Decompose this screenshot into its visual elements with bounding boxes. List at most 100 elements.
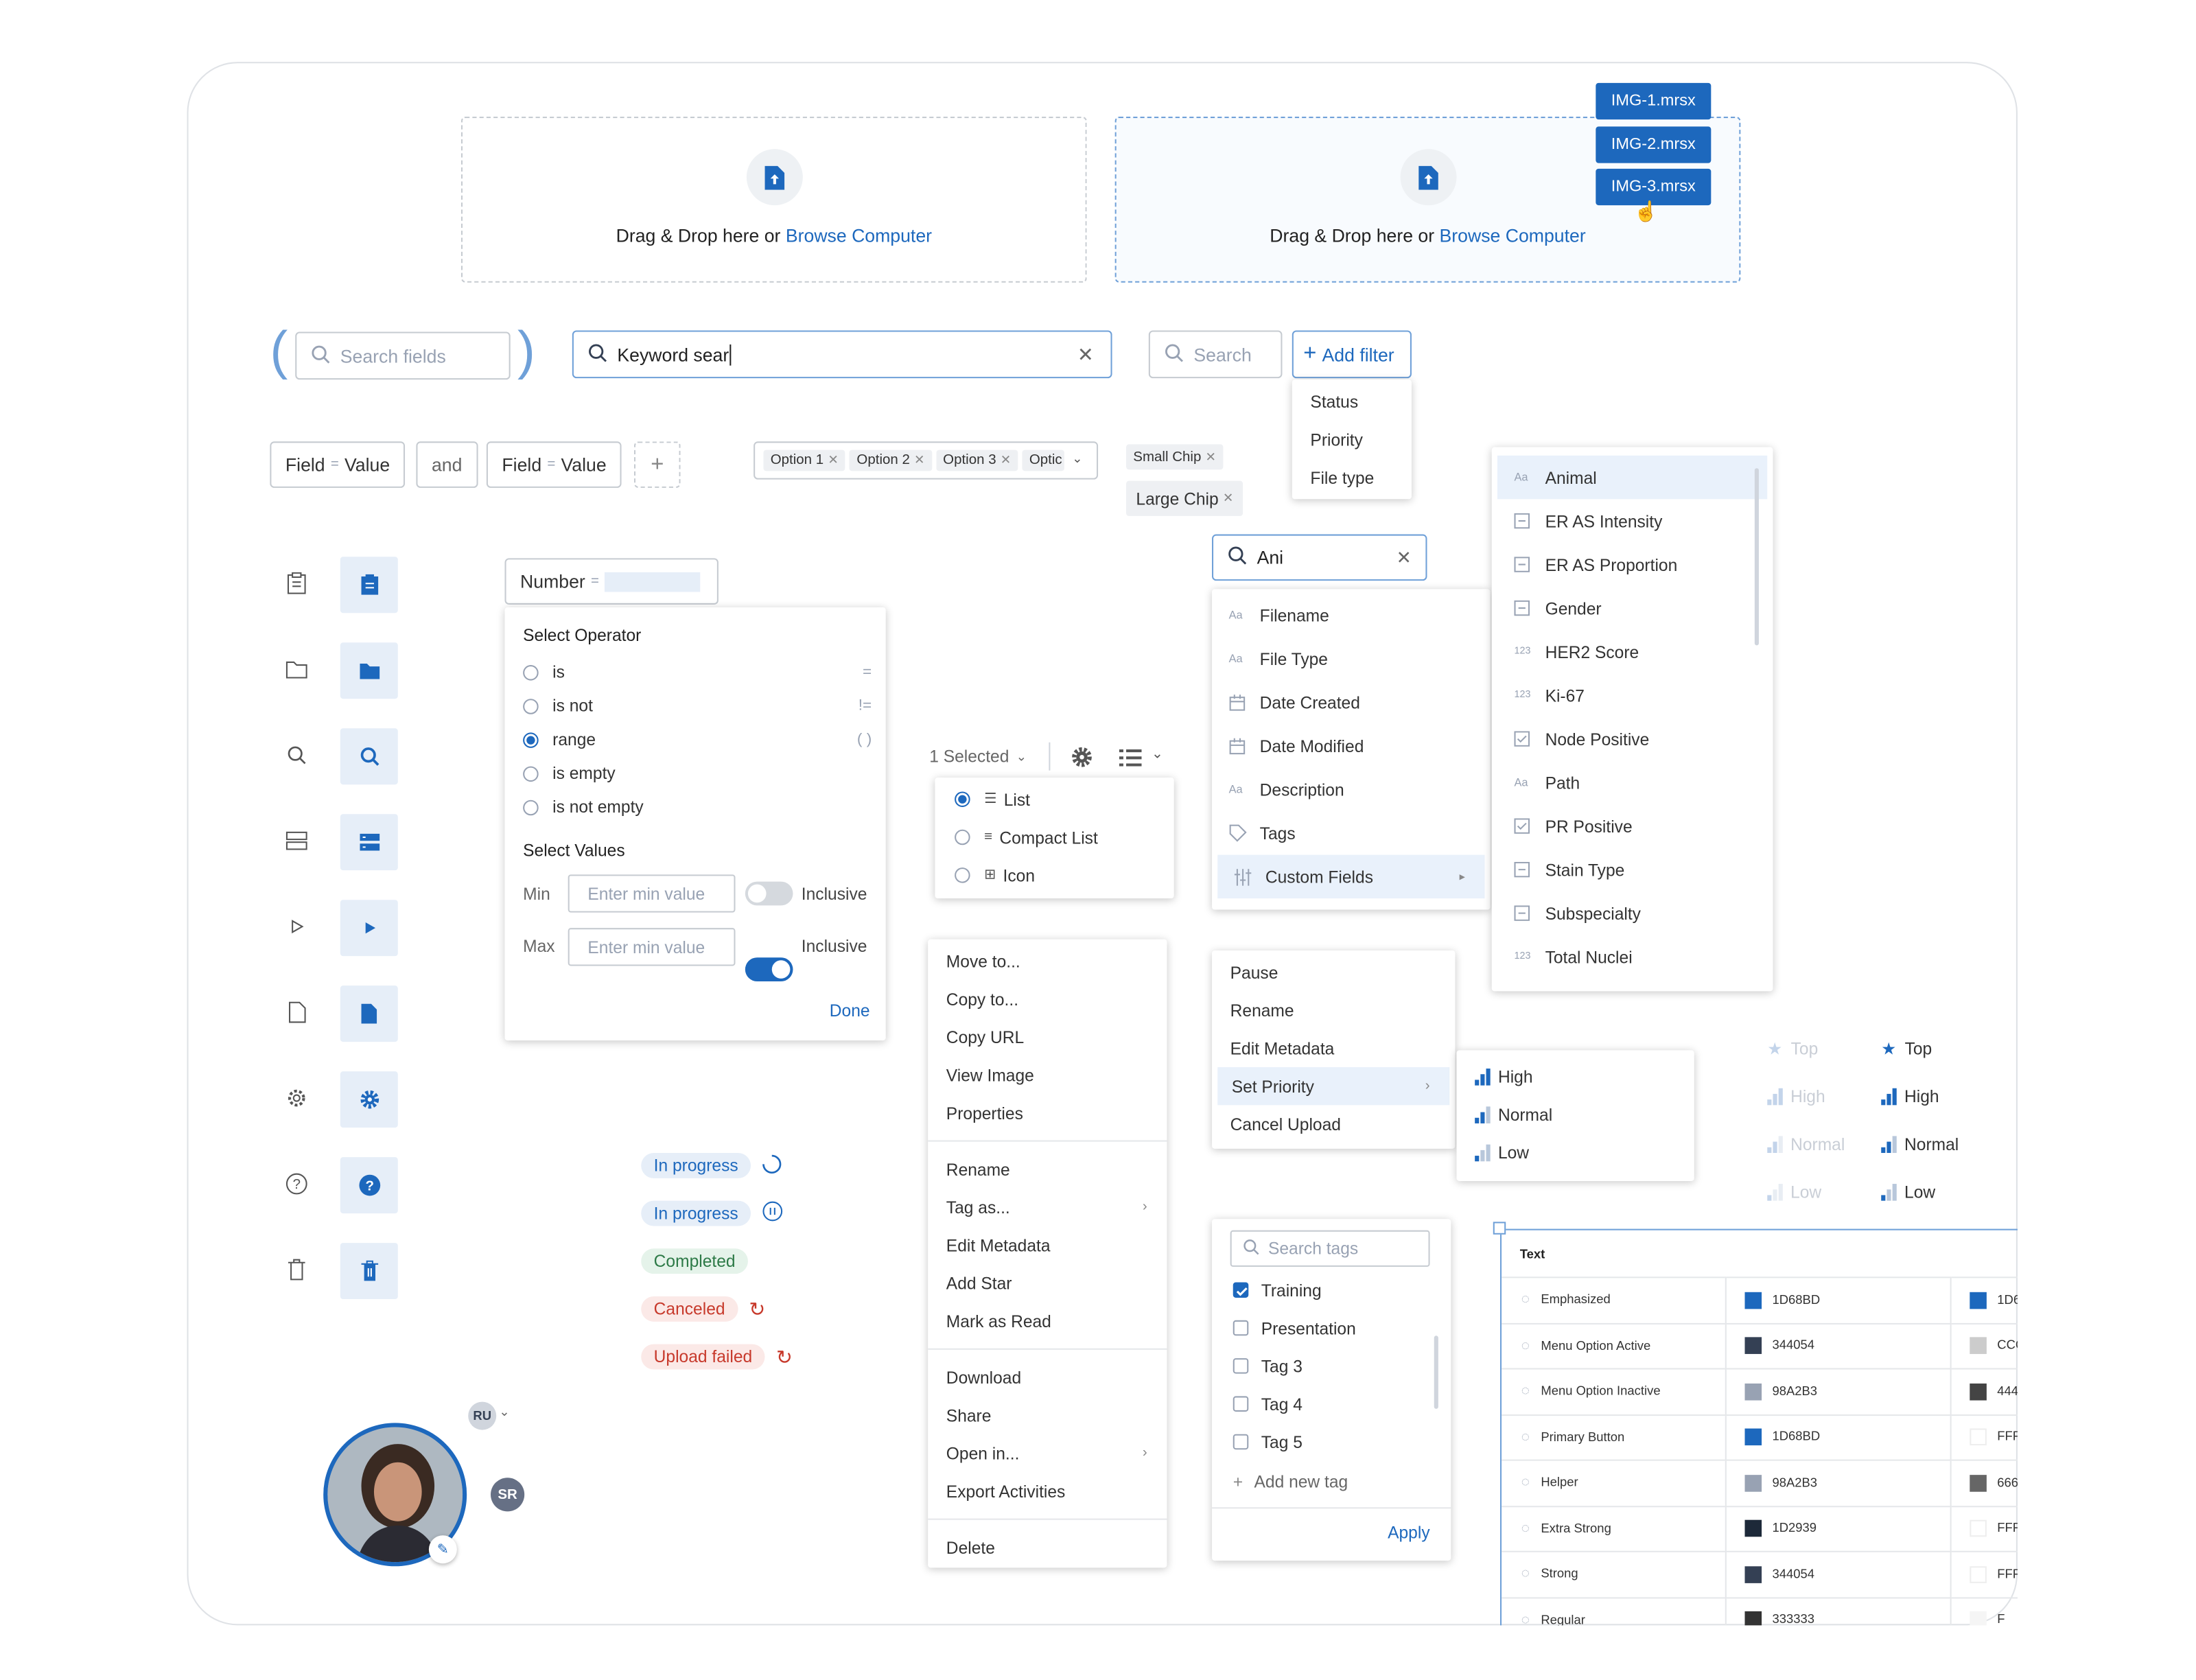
clear-icon[interactable]: ✕	[1077, 343, 1094, 367]
resize-handle[interactable]	[1493, 1222, 1506, 1235]
avatar-initials[interactable]: SR	[491, 1478, 525, 1512]
context-menu-item[interactable]: Copy to...	[928, 980, 1167, 1018]
custom-field-option[interactable]: Aa Animal	[1497, 455, 1768, 500]
inclusive-toggle-max[interactable]	[745, 957, 793, 982]
retry-icon[interactable]: ↻	[776, 1345, 793, 1369]
option-chip[interactable]: Optic	[1022, 450, 1065, 471]
add-filter-button[interactable]: + Add filter	[1292, 330, 1412, 379]
chevron-down-icon[interactable]: ⌄	[1072, 452, 1082, 467]
context-menu-item[interactable]: Edit Metadata	[928, 1226, 1167, 1264]
context-menu-item[interactable]: Move to...	[928, 942, 1167, 980]
radio-button[interactable]	[523, 765, 539, 782]
operator-option[interactable]: range( )	[523, 723, 872, 756]
dragged-file[interactable]: IMG-1.mrsx	[1596, 82, 1712, 120]
field-option[interactable]: Aa Filename	[1212, 594, 1491, 638]
small-chip[interactable]: Small Chip ✕	[1126, 444, 1224, 470]
folder-icon-filled[interactable]	[340, 642, 398, 699]
tag-option[interactable]: Tag 4	[1212, 1385, 1423, 1423]
custom-field-option[interactable]: Subspecialty	[1497, 891, 1767, 935]
retry-icon[interactable]: ↻	[749, 1297, 765, 1321]
min-input[interactable]: Enter min value	[568, 874, 736, 913]
custom-field-option[interactable]: ER AS Intensity	[1497, 499, 1767, 543]
context-menu-item[interactable]: Properties	[928, 1094, 1167, 1132]
scrollbar[interactable]	[1754, 468, 1759, 646]
number-field[interactable]: Number =	[504, 558, 719, 605]
context-menu-item[interactable]: View Image	[928, 1056, 1167, 1094]
context-menu-item[interactable]: Rename	[928, 1150, 1167, 1188]
field-option[interactable]: Date Created	[1212, 681, 1491, 725]
checkbox[interactable]	[1233, 1396, 1249, 1412]
multiselect[interactable]: Option 1 ✕ Option 2 ✕ Option 3 ✕ Optic ⌄	[754, 441, 1099, 480]
custom-field-option[interactable]: 123 HER2 Score	[1497, 630, 1767, 674]
gear-icon-filled[interactable]	[340, 1071, 398, 1128]
checkbox[interactable]	[1233, 1320, 1249, 1336]
priority-option[interactable]: High	[1457, 1058, 1694, 1095]
custom-field-option[interactable]: PR Positive	[1497, 804, 1767, 848]
tag-option[interactable]: Tag 3	[1212, 1347, 1423, 1385]
dragged-file[interactable]: IMG-2.mrsx	[1596, 126, 1712, 163]
field-search-input[interactable]: Ani ✕	[1212, 534, 1427, 581]
play-icon-filled[interactable]	[340, 900, 398, 957]
query-token[interactable]: Field = Value	[486, 441, 622, 488]
browse-link[interactable]: Browse Computer	[786, 225, 932, 246]
checkbox[interactable]	[1233, 1358, 1249, 1374]
field-option[interactable]: Date Modified	[1212, 724, 1491, 768]
query-connector[interactable]: and	[416, 441, 478, 488]
chevron-down-icon[interactable]: ⌄	[499, 1405, 509, 1421]
file-icon-filled[interactable]	[340, 985, 398, 1042]
done-button[interactable]: Done	[830, 1001, 870, 1021]
checkbox[interactable]	[1233, 1434, 1249, 1450]
option-chip[interactable]: Option 1 ✕	[763, 450, 846, 471]
context-menu-item[interactable]: Add Star	[928, 1264, 1167, 1302]
filter-option-status[interactable]: Status	[1292, 382, 1412, 420]
scrollbar[interactable]	[1434, 1335, 1438, 1409]
gear-icon[interactable]	[1070, 745, 1094, 776]
operator-option[interactable]: is not empty	[523, 790, 867, 824]
upload-menu-item[interactable]: Rename	[1212, 991, 1455, 1029]
avatar-initials[interactable]: RU	[468, 1401, 497, 1430]
browse-link[interactable]: Browse Computer	[1440, 225, 1586, 246]
add-new-tag-button[interactable]: + Add new tag	[1233, 1472, 1348, 1492]
search-input[interactable]: Search	[1148, 330, 1283, 379]
upload-menu-item[interactable]: Pause	[1212, 953, 1455, 991]
upload-menu-item[interactable]: Edit Metadata	[1212, 1029, 1455, 1067]
radio-button[interactable]	[523, 698, 539, 714]
context-menu-item[interactable]: Delete	[928, 1528, 1167, 1566]
field-option[interactable]: Aa Description	[1212, 768, 1491, 812]
field-option[interactable]: Tags	[1212, 811, 1491, 855]
custom-field-option[interactable]: 123 Total Nuclei	[1497, 935, 1767, 979]
operator-option[interactable]: is not !=	[523, 689, 872, 723]
view-option-icon[interactable]: ⊞ Icon	[935, 856, 1173, 894]
operator-option[interactable]: is empty	[523, 756, 867, 790]
custom-field-option[interactable]: ER AS Proportion	[1497, 543, 1767, 587]
view-option-compact[interactable]: ≡ Compact List	[935, 818, 1173, 856]
selection-count[interactable]: 1 Selected ⌄	[929, 747, 1027, 767]
tag-option[interactable]: Presentation	[1212, 1309, 1423, 1346]
max-input[interactable]: Enter min value	[568, 928, 736, 966]
large-chip[interactable]: Large Chip ✕	[1126, 480, 1243, 516]
search-icon-filled[interactable]	[340, 728, 398, 785]
server-icon-filled[interactable]	[340, 814, 398, 871]
context-menu-item[interactable]: Download	[928, 1358, 1167, 1396]
context-menu-item[interactable]: Open in... ›	[928, 1434, 1167, 1472]
add-token-button[interactable]: +	[633, 441, 681, 488]
search-tags-input[interactable]: Search tags	[1230, 1230, 1430, 1267]
upload-dropzone[interactable]: Drag & Drop here or Browse Computer	[460, 117, 1087, 283]
context-menu-item[interactable]: Copy URL	[928, 1018, 1167, 1055]
apply-button[interactable]: Apply	[1388, 1523, 1430, 1543]
radio-button[interactable]	[523, 799, 539, 815]
context-menu-item[interactable]: Export Activities	[928, 1472, 1167, 1510]
context-menu-item[interactable]: Tag as... ›	[928, 1188, 1167, 1226]
custom-field-option[interactable]: Node Positive	[1497, 717, 1767, 761]
filter-option-filetype[interactable]: File type	[1292, 458, 1412, 496]
radio-button[interactable]	[523, 664, 539, 680]
clear-icon[interactable]: ✕	[1397, 547, 1412, 570]
radio-button[interactable]	[523, 732, 539, 747]
view-option-list[interactable]: ☰ List	[935, 780, 1173, 818]
tag-option[interactable]: Training	[1212, 1271, 1423, 1309]
help-icon-filled[interactable]: ?	[340, 1157, 398, 1214]
option-chip[interactable]: Option 2 ✕	[850, 450, 932, 471]
query-token[interactable]: Field = Value	[270, 441, 406, 488]
priority-option[interactable]: Low	[1457, 1133, 1694, 1171]
operator-option[interactable]: is =	[523, 655, 872, 689]
